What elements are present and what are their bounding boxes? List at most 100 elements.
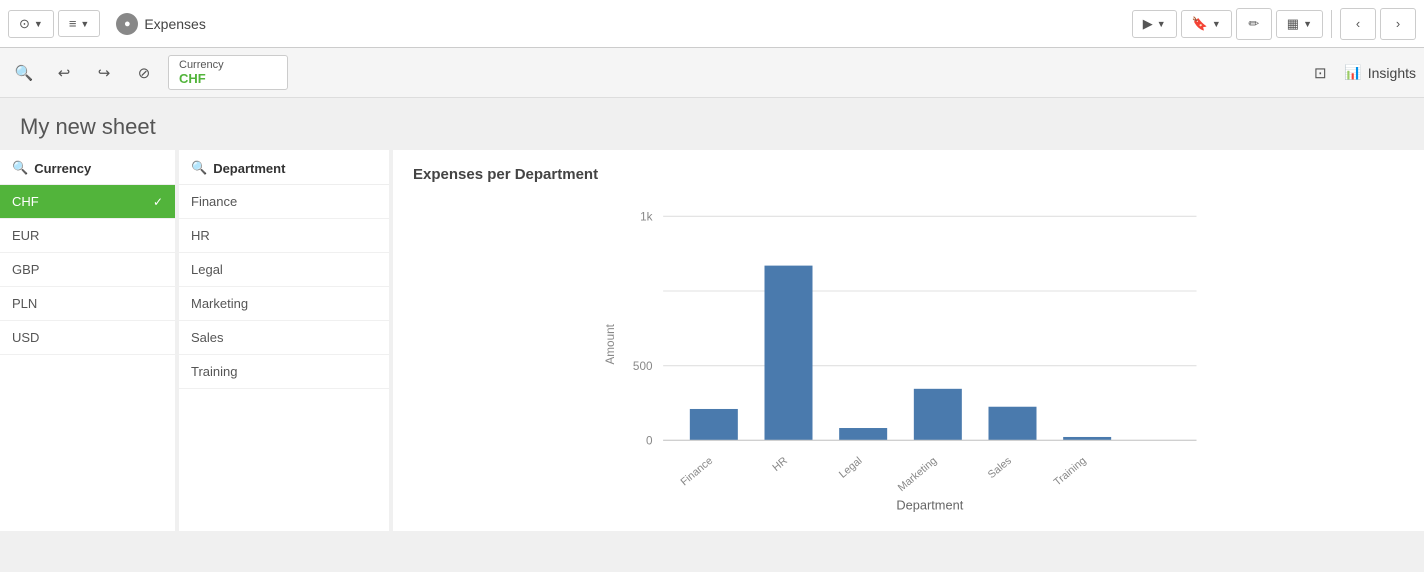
svg-text:Training: Training (1052, 455, 1089, 489)
currency-item-pln[interactable]: PLN (0, 287, 175, 321)
department-panel: 🔍 Department Finance HR Legal Marketing … (179, 150, 389, 531)
next-button[interactable]: › (1380, 8, 1416, 40)
present-button[interactable]: ▶ ▼ (1132, 10, 1177, 38)
svg-text:1k: 1k (640, 211, 653, 224)
pencil-icon: ✏ (1248, 16, 1259, 32)
department-panel-title: Department (213, 161, 285, 176)
dept-marketing-label: Marketing (191, 296, 248, 311)
app-name-area: ● Expenses (104, 13, 217, 35)
redo-tool[interactable]: ↪ (88, 57, 120, 89)
clear-tool[interactable]: ⊘ (128, 57, 160, 89)
currency-usd-label: USD (12, 330, 39, 345)
bar-chart-svg: 1k 500 0 Amount Finance (413, 195, 1404, 515)
currency-panel: 🔍 Currency CHF ✓ EUR GBP PLN USD (0, 150, 175, 531)
bar-legal[interactable] (839, 428, 887, 440)
currency-item-chf[interactable]: CHF ✓ (0, 185, 175, 219)
currency-pln-label: PLN (12, 296, 37, 311)
chart-icon: ▦ (1287, 16, 1299, 32)
currency-filter-label: Currency (179, 59, 277, 71)
filter-bar-right: ⊡ 📊 Insights (1304, 57, 1416, 89)
bookmark-button[interactable]: 🔖 ▼ (1181, 10, 1232, 38)
chart-title: Expenses per Department (413, 166, 1404, 183)
dept-legal-label: Legal (191, 262, 223, 277)
redo-icon: ↪ (98, 64, 111, 82)
search-tool[interactable]: 🔍 (8, 57, 40, 89)
dept-item-training[interactable]: Training (179, 355, 389, 389)
clear-icon: ⊘ (138, 64, 151, 82)
dept-item-marketing[interactable]: Marketing (179, 287, 389, 321)
svg-text:500: 500 (633, 360, 653, 373)
bar-hr[interactable] (765, 266, 813, 441)
app-icon: ● (116, 13, 138, 35)
search-icon: 🔍 (15, 64, 34, 82)
chevron-left-icon: ‹ (1356, 16, 1360, 31)
dept-finance-label: Finance (191, 194, 237, 209)
main-toolbar: ⊙ ▼ ≡ ▼ ● Expenses ▶ ▼ 🔖 ▼ ✏ ▦ ▼ (0, 0, 1424, 48)
currency-filter-chip[interactable]: Currency CHF (168, 55, 288, 90)
insights-icon: 📊 (1344, 64, 1361, 81)
bar-marketing[interactable] (914, 389, 962, 441)
selection-icon: ⊡ (1314, 64, 1327, 82)
sheet-title: My new sheet (20, 114, 1404, 140)
present-caret: ▼ (1157, 19, 1166, 29)
svg-text:Amount: Amount (604, 323, 617, 364)
undo-icon: ↩ (58, 64, 71, 82)
currency-panel-title: Currency (34, 161, 91, 176)
svg-text:0: 0 (646, 435, 653, 448)
currency-chf-label: CHF (12, 194, 39, 209)
dept-sales-label: Sales (191, 330, 224, 345)
svg-text:Finance: Finance (678, 455, 715, 489)
list-icon: ≡ (69, 16, 77, 31)
dept-item-hr[interactable]: HR (179, 219, 389, 253)
svg-text:HR: HR (770, 455, 790, 474)
currency-item-gbp[interactable]: GBP (0, 253, 175, 287)
check-icon: ✓ (153, 195, 163, 209)
bookmark-caret: ▼ (1212, 19, 1221, 29)
prev-button[interactable]: ‹ (1340, 8, 1376, 40)
currency-search-icon[interactable]: 🔍 (12, 160, 28, 176)
currency-eur-label: EUR (12, 228, 39, 243)
app-menu-button[interactable]: ⊙ ▼ (8, 10, 54, 38)
toolbar-left: ⊙ ▼ ≡ ▼ ● Expenses (8, 10, 1132, 38)
dept-item-finance[interactable]: Finance (179, 185, 389, 219)
currency-gbp-label: GBP (12, 262, 39, 277)
bar-sales[interactable] (989, 407, 1037, 441)
department-panel-header: 🔍 Department (179, 150, 389, 185)
chart-caret: ▼ (1303, 19, 1312, 29)
app-name-label: Expenses (144, 16, 205, 32)
play-icon: ▶ (1143, 16, 1153, 32)
svg-text:Department: Department (896, 498, 963, 513)
main-content: 🔍 Currency CHF ✓ EUR GBP PLN USD 🔍 Depar… (0, 150, 1424, 551)
chevron-right-icon: › (1396, 16, 1400, 31)
nav-menu-button[interactable]: ≡ ▼ (58, 10, 101, 37)
currency-item-usd[interactable]: USD (0, 321, 175, 355)
currency-item-eur[interactable]: EUR (0, 219, 175, 253)
edit-button[interactable]: ✏ (1236, 8, 1272, 40)
undo-tool[interactable]: ↩ (48, 57, 80, 89)
toolbar-right: ▶ ▼ 🔖 ▼ ✏ ▦ ▼ ‹ › (1132, 8, 1416, 40)
svg-text:Marketing: Marketing (896, 455, 940, 494)
toolbar-divider (1331, 10, 1332, 38)
dept-training-label: Training (191, 364, 237, 379)
dropdown-caret-2: ▼ (80, 19, 89, 29)
selection-tool[interactable]: ⊡ (1304, 57, 1336, 89)
dropdown-caret: ▼ (34, 19, 43, 29)
insights-button[interactable]: 📊 Insights (1344, 64, 1416, 81)
insights-label: Insights (1368, 65, 1416, 81)
svg-text:Legal: Legal (837, 455, 865, 481)
currency-panel-header: 🔍 Currency (0, 150, 175, 185)
chart-container: 1k 500 0 Amount Finance (413, 195, 1404, 515)
filter-bar: 🔍 ↩ ↪ ⊘ Currency CHF ⊡ 📊 Insights (0, 48, 1424, 98)
chart-area: Expenses per Department 1k 500 0 Amount (393, 150, 1424, 531)
dept-item-legal[interactable]: Legal (179, 253, 389, 287)
bar-finance[interactable] (690, 409, 738, 440)
svg-text:Sales: Sales (986, 455, 1014, 481)
dept-item-sales[interactable]: Sales (179, 321, 389, 355)
bookmark-icon: 🔖 (1192, 16, 1208, 32)
dept-hr-label: HR (191, 228, 210, 243)
chart-type-button[interactable]: ▦ ▼ (1276, 10, 1323, 38)
compass-icon: ⊙ (19, 16, 30, 32)
currency-filter-value: CHF (179, 71, 277, 86)
department-search-icon[interactable]: 🔍 (191, 160, 207, 176)
sheet-title-bar: My new sheet (0, 98, 1424, 150)
